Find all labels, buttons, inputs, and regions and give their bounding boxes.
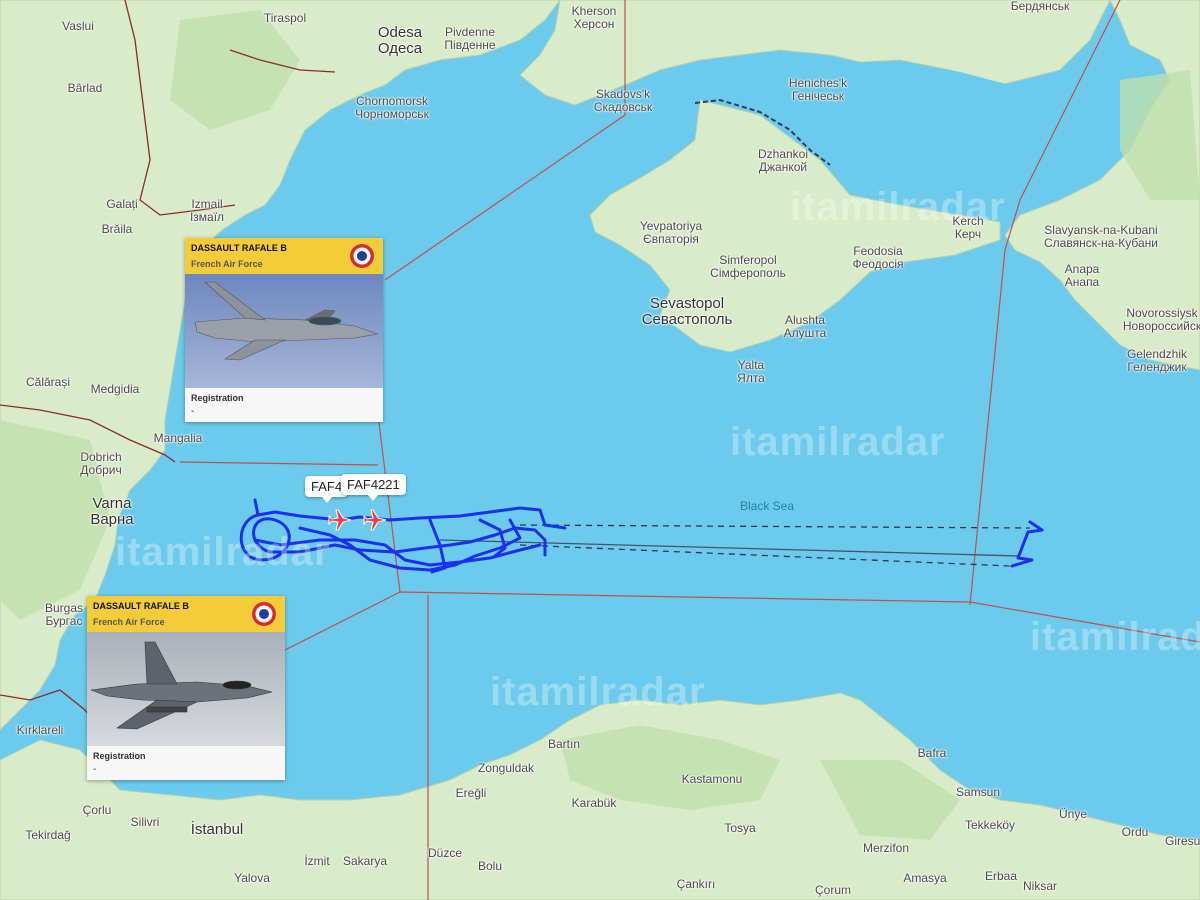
place-label: Kherson Херсон [571, 4, 617, 31]
aircraft-info-card[interactable]: DASSAULT RAFALE B French Air Force Regis… [185, 238, 383, 422]
place-label: Yalova [234, 871, 270, 885]
place-label: Silivri [130, 815, 160, 829]
place-label: Mangalia [153, 431, 203, 445]
place-label: Bartın [547, 737, 581, 751]
place-label: Kırklareli [16, 723, 64, 737]
card-footer: Registration - [185, 388, 383, 422]
place-label: Erbaa [984, 869, 1018, 883]
place-label: Burgas Бургас [44, 601, 84, 628]
place-label: Anapa Анапа [1064, 262, 1100, 289]
place-label: Kastamonu [681, 772, 743, 786]
watermark: itamilradar [490, 670, 706, 714]
callsign-tag[interactable]: FAF4221 [341, 474, 406, 501]
place-label: Skadovs'k Скадовськ [593, 87, 653, 114]
place-label: Amasya [903, 871, 947, 885]
place-label: İstanbul [190, 821, 244, 838]
place-label: Brăila [101, 222, 133, 236]
place-label: Odesa Одеса [377, 24, 423, 57]
place-label: Çorum [814, 883, 852, 897]
place-label: Izmail Ізмаїл [189, 197, 225, 224]
watermark: itamilradar [115, 530, 331, 574]
place-label: Karabük [571, 796, 617, 810]
place-label: Bârlad [67, 81, 103, 95]
aircraft-operator: French Air Force [191, 259, 263, 269]
place-label: Varna Варна [90, 495, 134, 528]
place-label: Ünye [1058, 807, 1088, 821]
place-label: Galați [106, 197, 138, 211]
place-label: Çorlu [82, 803, 112, 817]
place-label: Samsun [955, 785, 1001, 799]
flight-track [239, 498, 1044, 574]
place-label: Tiraspol [263, 11, 307, 25]
place-label: Feodosia Феодосія [852, 244, 904, 271]
place-label: Alushta Алушта [783, 313, 827, 340]
place-label: Medgidia [90, 382, 140, 396]
place-label: Tekirdağ [25, 828, 71, 842]
sea-of-azov [820, 60, 1110, 205]
place-label: Бердянськ [1010, 0, 1070, 13]
place-label: Slavyansk-na-Kubani Славянск-на-Кубани [1044, 223, 1158, 250]
place-label: Tekkeköy [964, 818, 1016, 832]
watermark: itamilradar [1030, 615, 1200, 659]
place-label: Sevastopol Севастополь [641, 295, 733, 328]
card-header: DASSAULT RAFALE B French Air Force [185, 238, 383, 274]
place-label: Zonguldak [477, 761, 535, 775]
place-label: Ordu [1121, 825, 1149, 839]
place-label: Heniches'k Генічеськ [788, 76, 848, 103]
place-label: Pivdenne Південне [444, 25, 496, 52]
registration-value: - [191, 406, 195, 417]
registration-label: Registration [191, 393, 244, 403]
place-label: Dobrich Добрич [80, 450, 122, 477]
place-label: Niksar [1022, 879, 1058, 893]
place-label: Kerch Керч [952, 214, 984, 241]
place-label: Chornomorsk Чорноморськ [355, 94, 429, 121]
place-label: Merzifon [862, 841, 910, 855]
aircraft-info-card[interactable]: DASSAULT RAFALE B French Air Force Regis… [87, 596, 285, 780]
aircraft-operator: French Air Force [93, 617, 165, 627]
sea-label: Black Sea [739, 499, 795, 513]
aircraft-type: DASSAULT RAFALE B [191, 243, 287, 253]
place-label: Bolu [477, 859, 503, 873]
place-label: Bafra [917, 746, 947, 760]
card-header: DASSAULT RAFALE B French Air Force [87, 596, 285, 632]
place-label: Yevpatoriya Євпаторія [639, 219, 703, 246]
aircraft-icon-1[interactable] [328, 509, 352, 531]
aircraft-photo [87, 632, 285, 746]
place-label: Çankırı [676, 877, 716, 891]
place-label: Gelendzhik Геленджик [1126, 347, 1188, 374]
place-label: Vaslui [62, 19, 94, 33]
place-label: Novorossiysk Новороссийск [1122, 306, 1200, 333]
place-label: Dzhankoi Джанкой [757, 147, 809, 174]
place-label: Düzce [427, 846, 463, 860]
place-label: Tosya [724, 821, 756, 835]
aircraft-photo [185, 274, 383, 388]
aircraft-layer[interactable] [328, 509, 387, 531]
place-label: Giresun [1164, 834, 1200, 848]
place-label: Ereğli [455, 786, 487, 800]
watermark: itamilradar [730, 420, 946, 464]
place-label: Sakarya [342, 854, 388, 868]
french-roundel-icon [350, 244, 374, 268]
registration-label: Registration [93, 751, 146, 761]
french-roundel-icon [252, 602, 276, 626]
place-label: Simferopol Сімферополь [710, 253, 786, 280]
aircraft-icon-2[interactable] [363, 509, 387, 531]
place-label: İzmit [304, 854, 330, 868]
place-label: Yalta Ялта [737, 358, 765, 385]
card-footer: Registration - [87, 746, 285, 780]
aircraft-type: DASSAULT RAFALE B [93, 601, 189, 611]
registration-value: - [93, 764, 97, 775]
projected-route [519, 524, 1031, 567]
place-label: Călărași [25, 375, 71, 389]
